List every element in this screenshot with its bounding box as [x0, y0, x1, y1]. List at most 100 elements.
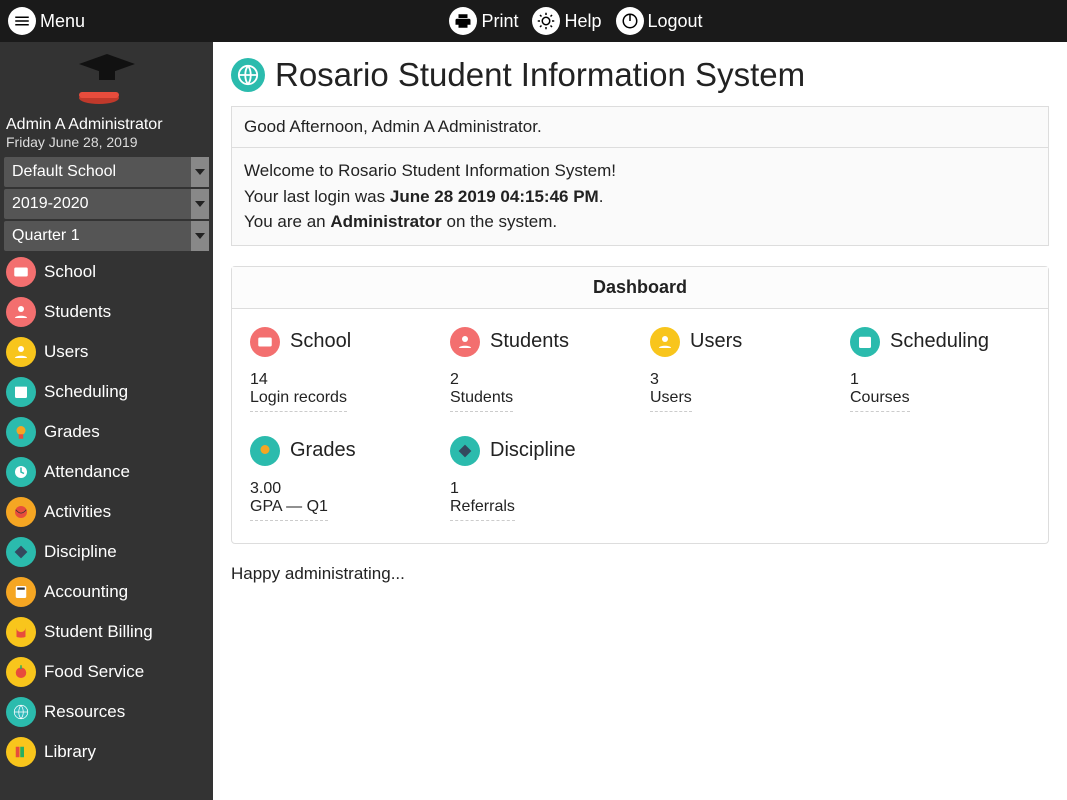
dashboard-card-discipline[interactable]: Discipline 1 Referrals [450, 436, 630, 521]
school-selector[interactable]: Default School [4, 157, 209, 187]
nav-scheduling[interactable]: Scheduling [0, 372, 213, 412]
footer-message: Happy administrating... [231, 564, 1049, 584]
topbar: Menu Print Help Logout [0, 0, 1067, 42]
logo [0, 42, 213, 112]
nav-attendance[interactable]: Attendance [0, 452, 213, 492]
menu-icon [8, 7, 36, 35]
chevron-down-icon [191, 157, 209, 187]
user-name: Admin A Administrator [6, 116, 207, 134]
nav-school-label: School [44, 262, 96, 282]
users-icon [650, 327, 680, 357]
nav-library[interactable]: Library [0, 732, 213, 772]
school-icon [250, 327, 280, 357]
nav-library-label: Library [44, 742, 96, 762]
nav-scheduling-label: Scheduling [44, 382, 128, 402]
card-title-text: Users [690, 330, 742, 353]
page-title-text: Rosario Student Information System [275, 56, 805, 94]
nav-students-label: Students [44, 302, 111, 322]
greeting-box: Good Afternoon, Admin A Administrator. [231, 106, 1049, 147]
menu-button[interactable]: Menu [8, 7, 85, 35]
last-login-line: Your last login was June 28 2019 04:15:4… [244, 184, 1036, 210]
card-title-text: Students [490, 330, 569, 353]
user-date: Friday June 28, 2019 [6, 134, 207, 150]
page-title: Rosario Student Information System [231, 56, 1049, 94]
card-value: 3 [650, 371, 830, 389]
nav-activities[interactable]: Activities [0, 492, 213, 532]
year-selector[interactable]: 2019-2020 [4, 189, 209, 219]
students-icon [6, 297, 36, 327]
year-selector-label: 2019-2020 [12, 195, 89, 213]
card-label: Login records [250, 389, 347, 412]
school-icon [6, 257, 36, 287]
card-value: 2 [450, 371, 630, 389]
nav-food-service[interactable]: Food Service [0, 652, 213, 692]
dashboard-card-scheduling[interactable]: Scheduling 1 Courses [850, 327, 1030, 412]
logout-icon [616, 7, 644, 35]
scheduling-icon [850, 327, 880, 357]
card-value: 1 [450, 480, 630, 498]
school-selector-label: Default School [12, 163, 116, 181]
food-service-icon [6, 657, 36, 687]
nav-resources-label: Resources [44, 702, 125, 722]
period-selector-label: Quarter 1 [12, 227, 80, 245]
nav-users-label: Users [44, 342, 88, 362]
nav-activities-label: Activities [44, 502, 111, 522]
nav-students[interactable]: Students [0, 292, 213, 332]
print-button[interactable]: Print [449, 7, 518, 35]
chevron-down-icon [191, 189, 209, 219]
attendance-icon [6, 457, 36, 487]
dashboard-card-students[interactable]: Students 2 Students [450, 327, 630, 412]
resources-icon [6, 697, 36, 727]
nav-student-billing[interactable]: Student Billing [0, 612, 213, 652]
welcome-line: Welcome to Rosario Student Information S… [244, 158, 1036, 184]
card-value: 1 [850, 371, 1030, 389]
grades-icon [6, 417, 36, 447]
students-icon [450, 327, 480, 357]
dashboard-panel: Dashboard School 14 Login records Studen… [231, 266, 1049, 544]
student-billing-icon [6, 617, 36, 647]
discipline-icon [450, 436, 480, 466]
nav-users[interactable]: Users [0, 332, 213, 372]
dashboard-title: Dashboard [232, 267, 1048, 309]
nav-school[interactable]: School [0, 252, 213, 292]
nav-discipline[interactable]: Discipline [0, 532, 213, 572]
card-label: Courses [850, 389, 910, 412]
nav-food-service-label: Food Service [44, 662, 144, 682]
help-icon [532, 7, 560, 35]
card-title-text: Grades [290, 439, 356, 462]
logout-button[interactable]: Logout [616, 7, 703, 35]
scheduling-icon [6, 377, 36, 407]
card-label: Users [650, 389, 692, 412]
card-title-text: Discipline [490, 439, 576, 462]
greeting-text: Good Afternoon, Admin A Administrator. [244, 117, 542, 136]
welcome-box: Welcome to Rosario Student Information S… [231, 147, 1049, 246]
dashboard-card-grades[interactable]: Grades 3.00 GPA — Q1 [250, 436, 430, 521]
sidebar: Admin A Administrator Friday June 28, 20… [0, 42, 213, 800]
logout-label: Logout [648, 11, 703, 32]
print-icon [449, 7, 477, 35]
card-value: 3.00 [250, 480, 430, 498]
card-title-text: School [290, 330, 351, 353]
main-content: Rosario Student Information System Good … [213, 42, 1067, 800]
accounting-icon [6, 577, 36, 607]
card-label: Referrals [450, 498, 515, 521]
library-icon [6, 737, 36, 767]
nav-accounting[interactable]: Accounting [0, 572, 213, 612]
grades-icon [250, 436, 280, 466]
dashboard-card-school[interactable]: School 14 Login records [250, 327, 430, 412]
nav-grades-label: Grades [44, 422, 100, 442]
help-button[interactable]: Help [532, 7, 601, 35]
period-selector[interactable]: Quarter 1 [4, 221, 209, 251]
chevron-down-icon [191, 221, 209, 251]
card-title-text: Scheduling [890, 330, 989, 353]
user-block: Admin A Administrator Friday June 28, 20… [0, 112, 213, 156]
globe-icon [231, 58, 265, 92]
users-icon [6, 337, 36, 367]
activities-icon [6, 497, 36, 527]
nav-grades[interactable]: Grades [0, 412, 213, 452]
menu-label: Menu [40, 11, 85, 32]
nav-accounting-label: Accounting [44, 582, 128, 602]
dashboard-card-users[interactable]: Users 3 Users [650, 327, 830, 412]
card-value: 14 [250, 371, 430, 389]
nav-resources[interactable]: Resources [0, 692, 213, 732]
